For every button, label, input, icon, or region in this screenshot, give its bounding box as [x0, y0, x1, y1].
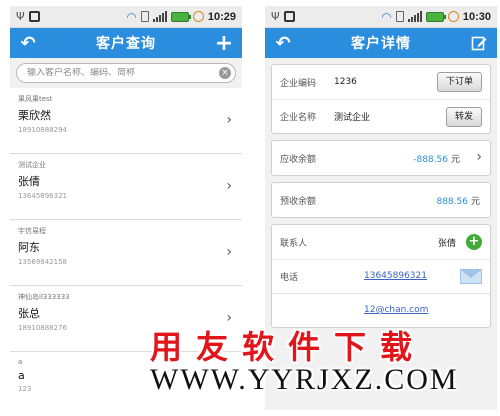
back-arrow-icon: ↶ [275, 32, 291, 54]
contact-card: 联系人 张倩 + 电话 13645896321 12@chan.com [271, 224, 491, 328]
company-name-row: 企业名称 测试企业 转发 [272, 99, 490, 133]
edit-icon [471, 36, 487, 51]
battery-icon [425, 11, 446, 22]
customer-company: 宇信易程 [18, 227, 46, 235]
customer-name: a [18, 369, 25, 382]
signal-icon [152, 11, 167, 22]
customer-name: 张总 [18, 307, 40, 320]
phone-link[interactable]: 13645896321 [364, 271, 427, 281]
place-order-button[interactable]: 下订单 [436, 72, 482, 92]
company-info-card: 企业编码 1236 下订单 企业名称 测试企业 转发 [271, 64, 491, 134]
customer-company: 测试企业 [18, 161, 46, 169]
chevron-right-icon: › [476, 149, 482, 165]
wifi-icon: ◠ [126, 9, 137, 24]
signal-icon [407, 11, 422, 22]
customer-company: 神仙岛il333333 [18, 293, 70, 301]
customer-name: 阿东 [18, 241, 40, 254]
notification-icon [28, 11, 40, 22]
back-arrow-icon: ↶ [20, 32, 36, 54]
contact-label: 联系人 [280, 238, 308, 249]
receivable-label: 应收余额 [280, 154, 317, 165]
prepaid-label: 预收余额 [280, 196, 317, 207]
company-code-label: 企业编码 [280, 78, 317, 89]
chevron-right-icon: › [226, 178, 232, 194]
email-row: 12@chan.com [272, 293, 490, 327]
customer-phone: 123 [18, 385, 32, 393]
customer-phone: 13569842158 [18, 258, 67, 266]
company-code-value: 1236 [334, 77, 357, 87]
customer-item[interactable]: a a 123 [10, 352, 242, 410]
page-title: 客户查询 [96, 36, 156, 52]
chevron-right-icon: › [226, 112, 232, 128]
phone-label: 电话 [280, 273, 299, 283]
battery-icon [170, 11, 191, 22]
customer-company: a [18, 358, 23, 366]
phone-status-icon [395, 11, 404, 22]
search-bar: × [10, 58, 242, 88]
receivable-unit: 元 [450, 155, 460, 165]
customer-item[interactable]: 果风果test 栗欣然 18910888294 › [10, 88, 242, 154]
prepaid-value: 888.56 [436, 197, 468, 207]
company-name-value: 测试企业 [334, 113, 371, 123]
title-bar: ↶ 客户查询 + [10, 28, 242, 58]
customer-phone: 13645896321 [18, 192, 67, 200]
search-input[interactable] [27, 68, 213, 78]
add-customer-button[interactable]: + [212, 30, 236, 56]
wifi-icon: ◠ [381, 9, 392, 24]
add-contact-icon[interactable]: + [466, 234, 482, 250]
alarm-icon [192, 11, 204, 22]
forward-button[interactable]: 转发 [445, 107, 482, 127]
receivable-card[interactable]: 应收余额 -888.56 元 › [271, 140, 491, 176]
clear-search-icon[interactable]: × [219, 67, 231, 79]
phone-row: 电话 13645896321 [272, 259, 490, 293]
usb-icon: Ψ [271, 10, 280, 23]
customer-company: 果风果test [18, 95, 53, 103]
customer-name: 张倩 [18, 175, 40, 188]
page-title: 客户详情 [351, 36, 411, 52]
customer-phone: 18910888294 [18, 126, 67, 134]
status-bar: Ψ ◠ 10:30 [265, 6, 497, 28]
customer-item[interactable]: 宇信易程 阿东 13569842158 › [10, 220, 242, 286]
customer-name: 栗欣然 [18, 109, 51, 122]
prepaid-amount: 888.56 元 [436, 194, 480, 207]
customer-list: 果风果test 栗欣然 18910888294 › 测试企业 张倩 136458… [10, 88, 242, 410]
contact-name: 张倩 [437, 239, 456, 249]
alarm-icon [447, 11, 459, 22]
notification-icon [283, 11, 295, 22]
contact-row: 联系人 张倩 + [272, 225, 490, 259]
receivable-value: -888.56 [413, 155, 448, 165]
customer-phone: 18910888276 [18, 324, 67, 332]
back-button[interactable]: ↶ [271, 32, 295, 54]
company-code-row: 企业编码 1236 下订单 [272, 65, 490, 99]
message-icon[interactable] [460, 269, 482, 284]
back-button[interactable]: ↶ [16, 32, 40, 54]
clock: 10:29 [207, 10, 236, 23]
company-name-label: 企业名称 [280, 113, 317, 123]
customer-search-screen: Ψ ◠ 10:29 ↶ 客户查询 + × 果风果test 栗欣然 1891088… [10, 6, 242, 410]
search-box: × [16, 63, 236, 83]
plus-icon: + [214, 30, 234, 56]
title-bar: ↶ 客户详情 [265, 28, 497, 58]
status-bar: Ψ ◠ 10:29 [10, 6, 242, 28]
prepaid-card: 预收余额 888.56 元 [271, 182, 491, 218]
customer-item[interactable]: 神仙岛il333333 张总 18910888276 › [10, 286, 242, 352]
email-link[interactable]: 12@chan.com [364, 305, 428, 315]
chevron-right-icon: › [226, 244, 232, 260]
customer-detail-screen: Ψ ◠ 10:30 ↶ 客户详情 企业编码 1236 下订单 企业名称 测试企业… [265, 6, 497, 410]
prepaid-row: 预收余额 888.56 元 [272, 183, 490, 217]
customer-item[interactable]: 测试企业 张倩 13645896321 › [10, 154, 242, 220]
usb-icon: Ψ [16, 10, 25, 23]
edit-button[interactable] [467, 32, 491, 54]
clock: 10:30 [462, 10, 491, 23]
phone-status-icon [140, 11, 149, 22]
receivable-amount: -888.56 元 [413, 152, 460, 165]
receivable-row[interactable]: 应收余额 -888.56 元 › [272, 141, 490, 175]
prepaid-unit: 元 [470, 197, 480, 207]
chevron-right-icon: › [226, 310, 232, 326]
